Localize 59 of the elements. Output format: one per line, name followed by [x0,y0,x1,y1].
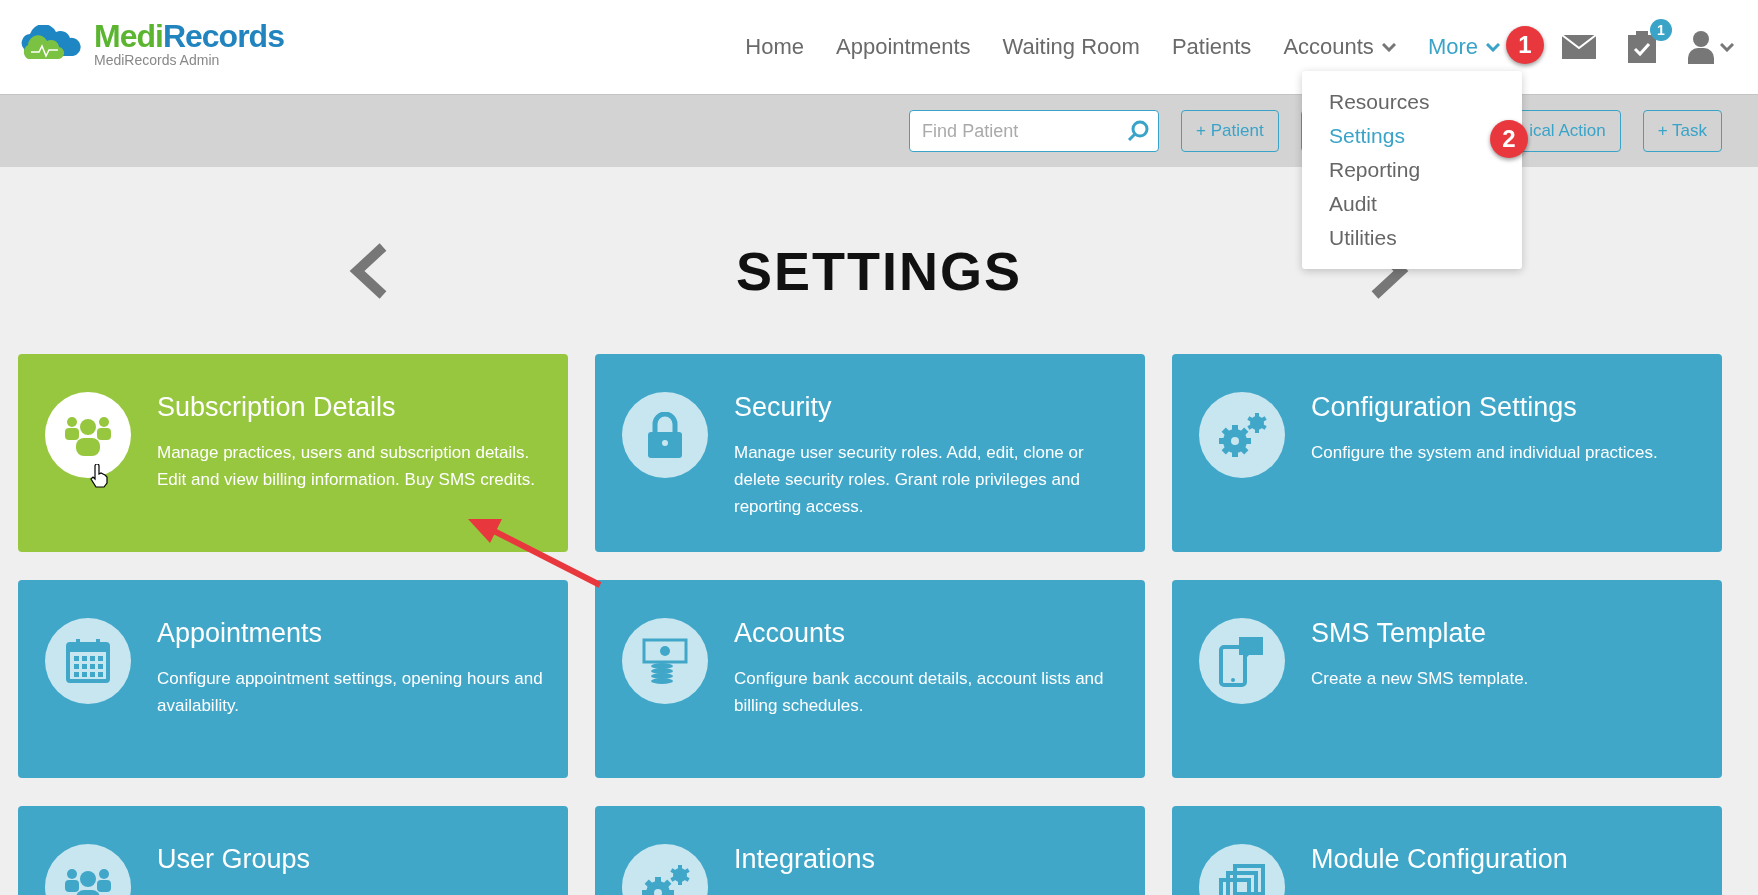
menu-item[interactable]: Settings [1329,119,1405,153]
nav-link[interactable]: Home [745,34,804,60]
people-icon [62,414,114,456]
settings-card[interactable]: Subscription Details Manage practices, users and subscription details. Edit and view billing information. Buy SMS credits. [18,354,568,552]
money-icon [642,638,688,684]
find-patient-field[interactable]: Find Patient [909,110,1160,152]
card-title: Module Configuration [1311,844,1568,875]
card-description: Configure appointment settings, opening hours and availability. [157,668,544,717]
chevron-down-icon [1720,42,1734,52]
nav-link[interactable]: Appointments [836,34,971,60]
card-description: Manage user security roles. Add, edit, clone or delete security roles. Grant role privileges and reporting access. [734,442,1085,518]
tasks-badge: 1 [1650,19,1672,41]
chevron-down-icon [1486,42,1500,52]
menu-item[interactable]: Resources [1329,85,1430,119]
tasks-button[interactable] [1628,31,1656,63]
phone-chat-icon [1219,635,1265,687]
search-icon [1127,120,1150,142]
calendar-icon [66,639,110,683]
chevron-down-icon [1381,42,1396,52]
settings-card[interactable]: Configuration Settings Configure the system and individual practices. [1172,354,1722,552]
settings-card[interactable]: SMS Template Create a new SMS template. [1172,580,1722,778]
settings-card[interactable]: Integrations [595,806,1145,895]
menu-item[interactable]: Audit [1329,187,1377,221]
page-title: SETTINGS [735,239,1023,302]
card-title: Subscription Details [157,392,397,423]
card-title: Integrations [734,844,876,875]
settings-card[interactable]: Module Configuration [1172,806,1722,895]
toolbar-button[interactable]: + Patient [1181,110,1279,152]
card-title: User Groups [157,844,311,875]
card-description: Create a new SMS template. [1311,668,1529,690]
card-description: Configure bank account details, account lists and billing schedules. [734,668,1105,717]
settings-card[interactable]: Accounts Configure bank account details, account lists and billing schedules. [595,580,1145,778]
settings-card[interactable]: Security Manage user security roles. Add, edit, clone or delete security roles. Grant role privileges and reporting access. [595,354,1145,552]
nav-link[interactable]: Patients [1171,34,1252,60]
card-description: Configure the system and individual practices. [1311,442,1658,464]
brand-subtitle: MediRecords Admin [94,53,221,67]
nav-link[interactable]: More [1427,34,1500,60]
card-title: Configuration Settings [1311,392,1578,423]
user-icon [1688,30,1714,64]
settings-card[interactable]: Appointments Configure appointment settings, opening hours and availability. [18,580,568,778]
settings-card[interactable]: User Groups [18,806,568,895]
user-menu-button[interactable] [1688,30,1734,64]
card-title: Security [734,392,833,423]
nav-link[interactable]: Waiting Room [1002,34,1140,60]
brand-name: MediRecords [94,19,284,53]
card-title: Accounts [734,618,847,649]
card-title: Appointments [157,618,324,649]
menu-item[interactable]: Reporting [1329,153,1421,187]
menu-item[interactable]: Utilities [1329,221,1397,255]
padlock-icon [647,412,683,458]
clipboard-check-icon [1628,31,1656,63]
chevron-left-icon[interactable] [349,242,389,299]
mail-button[interactable] [1562,35,1596,59]
nav-link[interactable]: Accounts [1283,34,1396,60]
hand-cursor-icon [90,464,108,488]
card-description: Manage practices, users and subscription details. Edit and view billing information. Buy SMS credits. [157,442,536,491]
envelope-icon [1562,35,1596,59]
card-title: SMS Template [1311,618,1488,649]
toolbar-button[interactable]: + Task [1642,110,1722,152]
